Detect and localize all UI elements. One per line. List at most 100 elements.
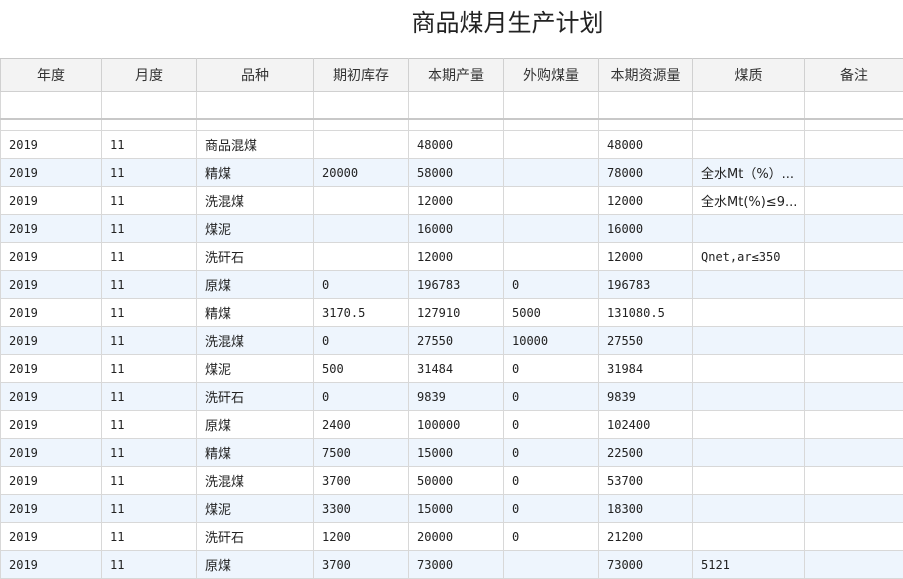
year-cell[interactable]: 2019 [1, 327, 102, 355]
month-cell[interactable]: 11 [102, 467, 197, 495]
output-cell[interactable]: 48000 [409, 131, 504, 159]
output-cell[interactable]: 31484 [409, 355, 504, 383]
filter-cell[interactable] [599, 92, 693, 120]
column-header-resource[interactable]: 本期资源量 [599, 59, 693, 92]
column-header-purchased[interactable]: 外购煤量 [504, 59, 599, 92]
filter-cell[interactable] [1, 92, 102, 120]
variety-cell[interactable]: 原煤 [197, 271, 314, 299]
opening-stock-cell[interactable]: 1200 [314, 523, 409, 551]
resource-cell[interactable]: 18300 [599, 495, 693, 523]
remark-cell[interactable] [805, 383, 903, 411]
opening-stock-cell[interactable] [314, 131, 409, 159]
resource-cell[interactable]: 78000 [599, 159, 693, 187]
purchased-cell[interactable]: 0 [504, 495, 599, 523]
year-cell[interactable]: 2019 [1, 355, 102, 383]
remark-cell[interactable] [805, 411, 903, 439]
year-cell[interactable]: 2019 [1, 467, 102, 495]
filter-cell[interactable] [693, 92, 805, 120]
purchased-cell[interactable]: 0 [504, 383, 599, 411]
variety-cell[interactable]: 煤泥 [197, 355, 314, 383]
column-header-month[interactable]: 月度 [102, 59, 197, 92]
month-cell[interactable]: 11 [102, 355, 197, 383]
filter-cell[interactable] [314, 92, 409, 120]
quality-cell[interactable] [693, 411, 805, 439]
remark-cell[interactable] [805, 327, 903, 355]
column-header-variety[interactable]: 品种 [197, 59, 314, 92]
table-row[interactable]: 201911洗矸石0983909839 [1, 383, 903, 411]
column-header-remark[interactable]: 备注 [805, 59, 903, 92]
table-row[interactable]: 201911商品混煤4800048000 [1, 131, 903, 159]
resource-cell[interactable]: 48000 [599, 131, 693, 159]
table-row[interactable]: 201911煤泥330015000018300 [1, 495, 903, 523]
variety-cell[interactable]: 洗矸石 [197, 243, 314, 271]
month-cell[interactable]: 11 [102, 439, 197, 467]
resource-cell[interactable]: 73000 [599, 551, 693, 579]
opening-stock-cell[interactable]: 3170.5 [314, 299, 409, 327]
remark-cell[interactable] [805, 187, 903, 215]
output-cell[interactable]: 12000 [409, 187, 504, 215]
opening-stock-cell[interactable] [314, 215, 409, 243]
remark-cell[interactable] [805, 495, 903, 523]
year-cell[interactable]: 2019 [1, 523, 102, 551]
table-row[interactable]: 201911洗混煤370050000053700 [1, 467, 903, 495]
output-cell[interactable]: 73000 [409, 551, 504, 579]
resource-cell[interactable]: 53700 [599, 467, 693, 495]
variety-cell[interactable]: 煤泥 [197, 215, 314, 243]
month-cell[interactable]: 11 [102, 131, 197, 159]
remark-cell[interactable] [805, 355, 903, 383]
resource-cell[interactable]: 196783 [599, 271, 693, 299]
table-row[interactable]: 201911洗混煤1200012000全水Mt(%)≤9... [1, 187, 903, 215]
remark-cell[interactable] [805, 159, 903, 187]
variety-cell[interactable]: 洗矸石 [197, 523, 314, 551]
opening-stock-cell[interactable]: 7500 [314, 439, 409, 467]
purchased-cell[interactable] [504, 159, 599, 187]
output-cell[interactable]: 58000 [409, 159, 504, 187]
month-cell[interactable]: 11 [102, 383, 197, 411]
variety-cell[interactable]: 洗混煤 [197, 467, 314, 495]
remark-cell[interactable] [805, 299, 903, 327]
resource-cell[interactable]: 21200 [599, 523, 693, 551]
variety-cell[interactable]: 洗矸石 [197, 383, 314, 411]
output-cell[interactable]: 20000 [409, 523, 504, 551]
output-cell[interactable]: 16000 [409, 215, 504, 243]
variety-cell[interactable]: 原煤 [197, 411, 314, 439]
quality-cell[interactable] [693, 495, 805, 523]
purchased-cell[interactable] [504, 187, 599, 215]
opening-stock-cell[interactable] [314, 243, 409, 271]
opening-stock-cell[interactable]: 500 [314, 355, 409, 383]
resource-cell[interactable]: 12000 [599, 243, 693, 271]
resource-cell[interactable]: 131080.5 [599, 299, 693, 327]
purchased-cell[interactable]: 0 [504, 411, 599, 439]
opening-stock-cell[interactable]: 0 [314, 271, 409, 299]
output-cell[interactable]: 127910 [409, 299, 504, 327]
table-row[interactable]: 201911精煤200005800078000全水Mt（%）... [1, 159, 903, 187]
remark-cell[interactable] [805, 271, 903, 299]
quality-cell[interactable] [693, 439, 805, 467]
month-cell[interactable]: 11 [102, 243, 197, 271]
quality-cell[interactable]: 5121 [693, 551, 805, 579]
table-row[interactable]: 201911洗矸石1200012000Qnet,ar≤350 [1, 243, 903, 271]
opening-stock-cell[interactable]: 0 [314, 383, 409, 411]
table-row[interactable]: 201911原煤01967830196783 [1, 271, 903, 299]
opening-stock-cell[interactable]: 0 [314, 327, 409, 355]
quality-cell[interactable] [693, 383, 805, 411]
month-cell[interactable]: 11 [102, 299, 197, 327]
year-cell[interactable]: 2019 [1, 299, 102, 327]
variety-cell[interactable]: 商品混煤 [197, 131, 314, 159]
year-cell[interactable]: 2019 [1, 187, 102, 215]
year-cell[interactable]: 2019 [1, 159, 102, 187]
opening-stock-cell[interactable]: 3700 [314, 467, 409, 495]
remark-cell[interactable] [805, 439, 903, 467]
quality-cell[interactable] [693, 327, 805, 355]
table-row[interactable]: 201911原煤370073000730005121 [1, 551, 903, 579]
opening-stock-cell[interactable]: 3700 [314, 551, 409, 579]
opening-stock-cell[interactable]: 3300 [314, 495, 409, 523]
month-cell[interactable]: 11 [102, 271, 197, 299]
remark-cell[interactable] [805, 243, 903, 271]
table-row[interactable]: 201911煤泥1600016000 [1, 215, 903, 243]
purchased-cell[interactable] [504, 243, 599, 271]
opening-stock-cell[interactable]: 20000 [314, 159, 409, 187]
year-cell[interactable]: 2019 [1, 495, 102, 523]
resource-cell[interactable]: 27550 [599, 327, 693, 355]
quality-cell[interactable]: 全水Mt（%）... [693, 159, 805, 187]
